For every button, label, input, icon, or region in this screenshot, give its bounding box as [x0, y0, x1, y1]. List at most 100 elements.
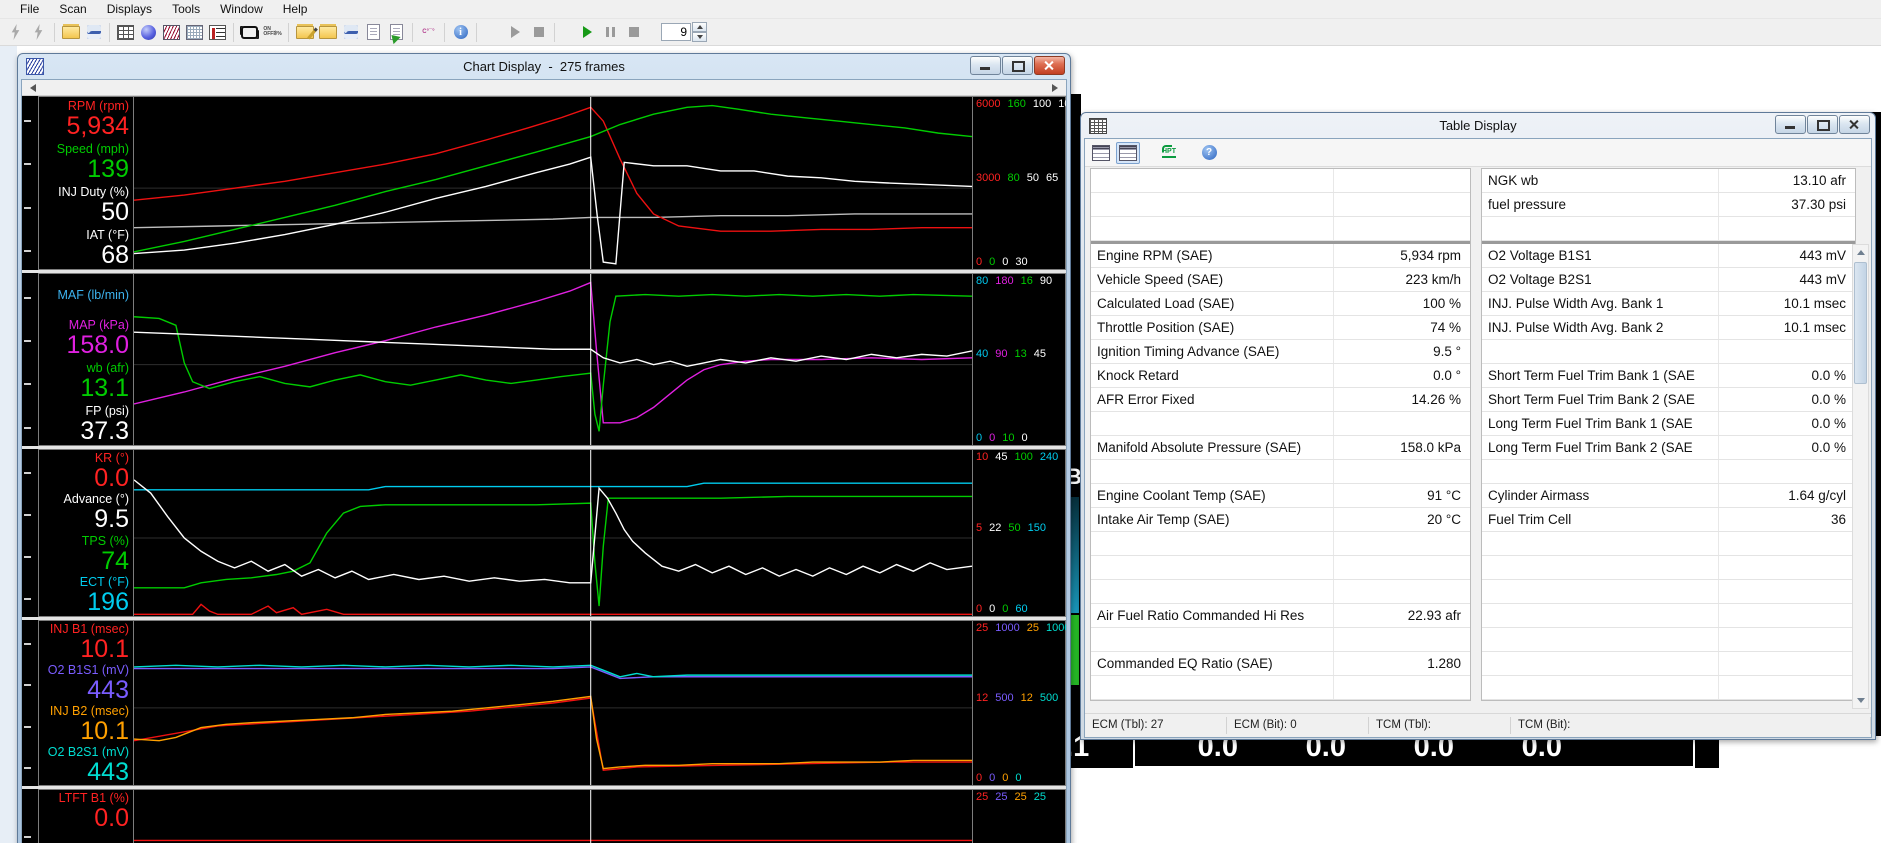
help-icon[interactable] — [1198, 143, 1220, 163]
engine-icon[interactable] — [239, 23, 260, 42]
table-row[interactable]: Air Fuel Ratio Commanded Hi Res 22.93 afr — [1091, 604, 1470, 628]
flash-icon[interactable] — [5, 23, 26, 42]
save2-icon[interactable] — [340, 23, 361, 42]
table-row[interactable]: O2 Voltage B1S1 443 mV — [1482, 244, 1855, 268]
pause-icon[interactable] — [600, 23, 621, 42]
save-icon[interactable] — [83, 23, 104, 42]
table-view-selected-icon[interactable] — [1116, 141, 1140, 164]
table-row[interactable] — [1091, 580, 1470, 604]
play-green-icon[interactable] — [577, 23, 598, 42]
folder-edit-icon[interactable] — [294, 23, 315, 42]
table-row[interactable]: INJ. Pulse Width Avg. Bank 1 10.1 msec — [1482, 292, 1855, 316]
table-row[interactable]: Short Term Fuel Trim Bank 2 (SAE 0.0 % — [1482, 388, 1855, 412]
table-row[interactable] — [1091, 217, 1470, 241]
table-row[interactable]: Engine Coolant Temp (SAE) 91 °C — [1091, 484, 1470, 508]
chart-plot[interactable] — [134, 790, 972, 843]
table-row[interactable] — [1091, 460, 1470, 484]
spinner-up-icon[interactable] — [692, 22, 707, 32]
info-icon[interactable] — [450, 23, 471, 42]
table-row[interactable]: INJ. Pulse Width Avg. Bank 2 10.1 msec — [1482, 316, 1855, 340]
table-row[interactable]: O2 Voltage B2S1 443 mV — [1482, 268, 1855, 292]
sphere-icon[interactable] — [138, 23, 159, 42]
chart-horizontal-scrollbar[interactable] — [22, 80, 1066, 96]
chart-maximize-button[interactable] — [1002, 56, 1033, 75]
frame-spinner[interactable]: 9 — [661, 22, 707, 42]
menu-file[interactable]: File — [10, 1, 49, 17]
grid-icon[interactable] — [184, 23, 205, 42]
hpt-logo-icon[interactable] — [1158, 143, 1180, 163]
table-row[interactable]: Knock Retard 0.0 ° — [1091, 364, 1470, 388]
table-vertical-scrollbar[interactable] — [1852, 244, 1869, 709]
table-row[interactable] — [1482, 580, 1855, 604]
table-row[interactable]: Cylinder Airmass 1.64 g/cyl — [1482, 484, 1855, 508]
table-row[interactable]: Intake Air Temp (SAE) 20 °C — [1091, 508, 1470, 532]
convert-icon[interactable] — [418, 23, 439, 42]
table-row[interactable] — [1482, 628, 1855, 652]
table-row[interactable] — [1091, 628, 1470, 652]
table-maximize-button[interactable] — [1807, 115, 1838, 134]
table-row[interactable]: Long Term Fuel Trim Bank 2 (SAE 0.0 % — [1482, 436, 1855, 460]
table-row[interactable] — [1482, 652, 1855, 676]
zigzag-icon[interactable] — [161, 23, 182, 42]
table-row[interactable]: NGK wb 13.10 afr — [1482, 169, 1855, 193]
table-window-titlebar[interactable]: Table Display — [1084, 113, 1872, 138]
onoff-icon[interactable] — [262, 23, 283, 42]
table-row[interactable]: Short Term Fuel Trim Bank 1 (SAE 0.0 % — [1482, 364, 1855, 388]
spinner-down-icon[interactable] — [692, 32, 707, 42]
chart-plot[interactable] — [134, 621, 972, 785]
table-close-button[interactable] — [1839, 115, 1870, 134]
stop2-icon[interactable] — [623, 23, 644, 42]
table-row[interactable]: AFR Error Fixed 14.26 % — [1091, 388, 1470, 412]
chart-plot[interactable] — [134, 450, 972, 616]
table-row[interactable]: Fuel Trim Cell 36 — [1482, 508, 1855, 532]
flash2-icon[interactable] — [28, 23, 49, 42]
open-folder-icon[interactable] — [60, 23, 81, 42]
chart-close-button[interactable] — [1034, 56, 1065, 75]
chart-plot[interactable] — [134, 97, 972, 269]
menu-displays[interactable]: Displays — [97, 1, 162, 17]
menu-window[interactable]: Window — [210, 1, 273, 17]
play-icon[interactable] — [505, 23, 526, 42]
table-row[interactable]: Manifold Absolute Pressure (SAE) 158.0 kP… — [1091, 436, 1470, 460]
frame-spinner-value[interactable]: 9 — [661, 23, 691, 41]
table-row[interactable]: Throttle Position (SAE) 74 % — [1091, 316, 1470, 340]
chart-scroll-right-icon[interactable] — [1052, 83, 1062, 92]
menu-help[interactable]: Help — [273, 1, 318, 17]
table-row[interactable]: Engine RPM (SAE) 5,934 rpm — [1091, 244, 1470, 268]
table-row[interactable]: Commanded EQ Ratio (SAE) 1.280 — [1091, 652, 1470, 676]
scroll-down-icon[interactable] — [1853, 693, 1868, 708]
table-row[interactable] — [1482, 604, 1855, 628]
table-row[interactable] — [1091, 532, 1470, 556]
chart-scroll-left-icon[interactable] — [26, 83, 36, 92]
scroll-up-icon[interactable] — [1853, 245, 1868, 260]
table-row[interactable] — [1091, 676, 1470, 700]
table-row[interactable] — [1482, 217, 1855, 241]
table-row[interactable]: Calculated Load (SAE) 100 % — [1091, 292, 1470, 316]
folder2-icon[interactable] — [317, 23, 338, 42]
table-row[interactable] — [1482, 532, 1855, 556]
chart-window-titlebar[interactable]: Chart Display - 275 frames — [21, 54, 1067, 79]
table-row[interactable] — [1482, 340, 1855, 364]
chart-plot[interactable] — [134, 274, 972, 445]
table-row[interactable] — [1091, 412, 1470, 436]
table-row[interactable] — [1091, 193, 1470, 217]
table-row[interactable] — [1091, 169, 1470, 193]
doc-export-icon[interactable] — [386, 23, 407, 42]
table-row[interactable]: Vehicle Speed (SAE) 223 km/h — [1091, 268, 1470, 292]
table-view-icon[interactable] — [1090, 143, 1112, 163]
doc-icon[interactable] — [363, 23, 384, 42]
table-row[interactable] — [1091, 556, 1470, 580]
table-row[interactable] — [1482, 676, 1855, 700]
chart-minimize-button[interactable] — [970, 56, 1001, 75]
stop-icon[interactable] — [528, 23, 549, 42]
table-row[interactable] — [1482, 556, 1855, 580]
list-icon[interactable] — [207, 23, 228, 42]
table-row[interactable]: Long Term Fuel Trim Bank 1 (SAE 0.0 % — [1482, 412, 1855, 436]
menu-scan[interactable]: Scan — [49, 1, 96, 17]
table-icon[interactable] — [115, 23, 136, 42]
table-row[interactable]: Ignition Timing Advance (SAE) 9.5 ° — [1091, 340, 1470, 364]
table-row[interactable]: fuel pressure 37.30 psi — [1482, 193, 1855, 217]
scrollbar-thumb[interactable] — [1854, 262, 1867, 384]
table-minimize-button[interactable] — [1775, 115, 1806, 134]
menu-tools[interactable]: Tools — [162, 1, 210, 17]
